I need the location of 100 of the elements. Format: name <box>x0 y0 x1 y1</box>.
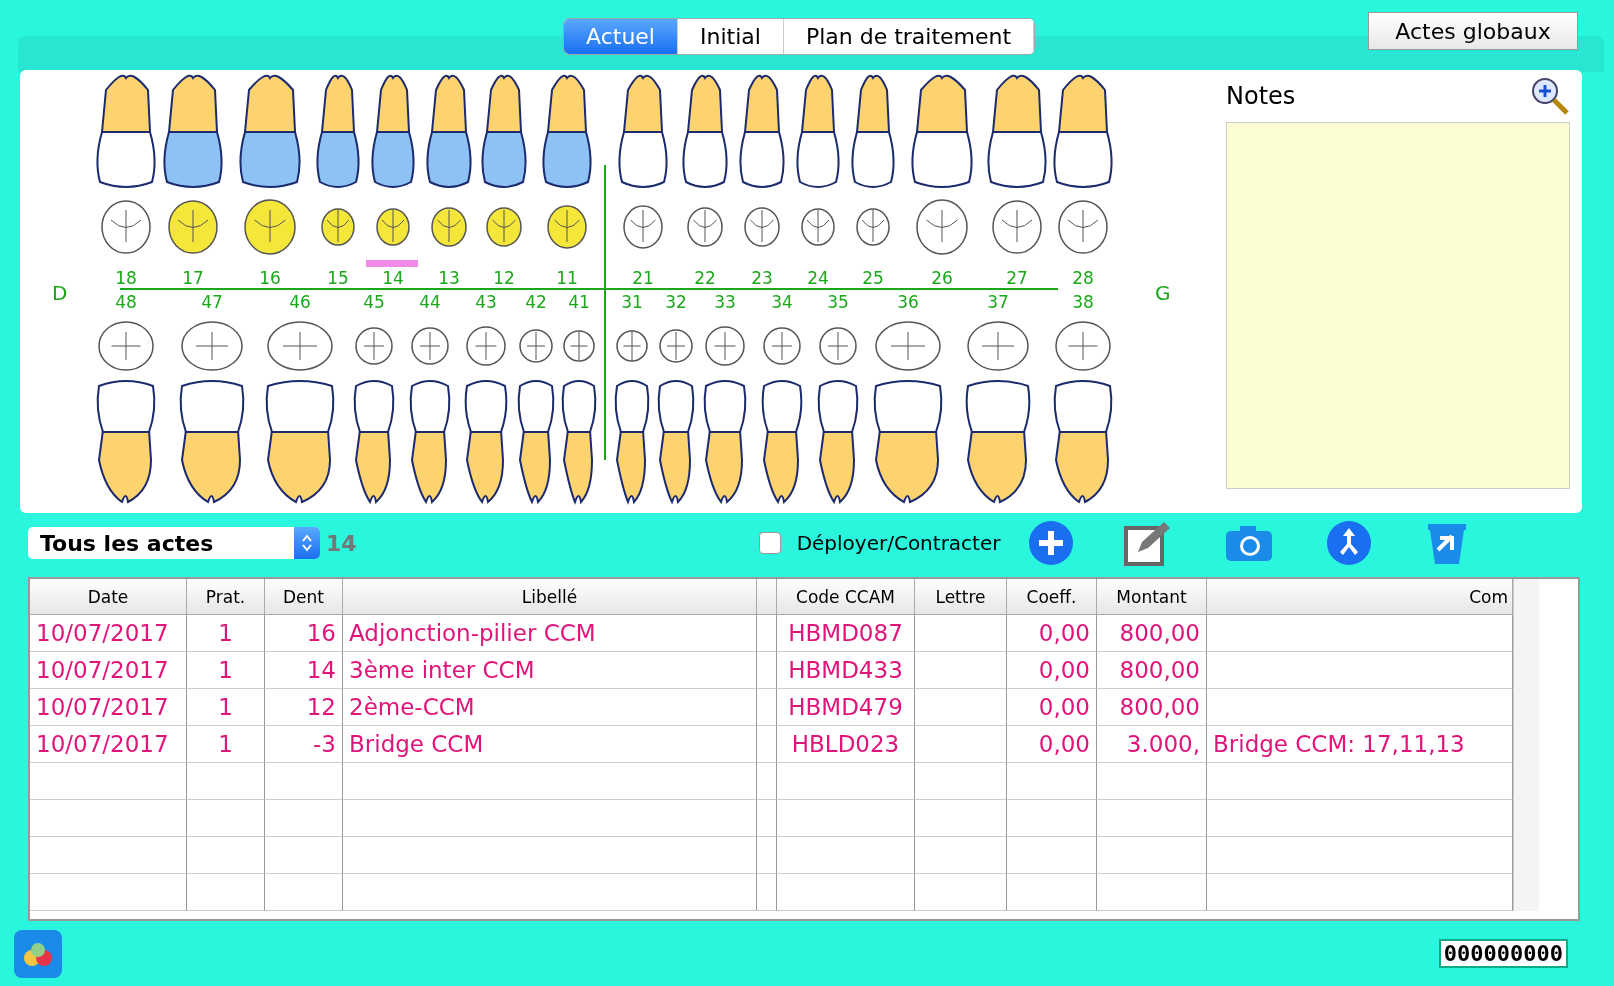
tooth-occlusal-drawing <box>744 207 780 247</box>
tooth-occlusal-drawing <box>355 327 393 365</box>
tooth-occlusal-drawing <box>1055 321 1111 371</box>
tooth-number: 47 <box>201 292 223 312</box>
table-cell: 3ème inter CCM <box>343 652 757 689</box>
tooth-occlusal-drawing <box>616 330 648 362</box>
table-cell <box>757 726 777 763</box>
table-cell: 10/07/2017 <box>30 652 187 689</box>
tooth-number: 18 <box>115 268 137 288</box>
tooth-number: 42 <box>525 292 547 312</box>
tooth-occlusal-drawing <box>519 329 553 363</box>
tooth-occlusal-drawing <box>244 199 296 255</box>
tooth-number: 34 <box>771 292 793 312</box>
tooth-number: 25 <box>862 268 884 288</box>
zoom-icon[interactable] <box>1530 76 1570 116</box>
tooth-number: 24 <box>807 268 829 288</box>
camera-icon[interactable] <box>1224 523 1275 563</box>
tooth-occlusal-drawing <box>486 207 522 247</box>
expand-checkbox[interactable] <box>758 532 781 554</box>
table-cell: 14 <box>265 652 343 689</box>
tooth-occlusal-drawing <box>992 200 1042 254</box>
tooth-occlusal-drawing <box>763 327 801 365</box>
global-acts-button[interactable]: Actes globaux <box>1368 12 1578 50</box>
table-cell: 10/07/2017 <box>30 726 187 763</box>
tooth-number: 26 <box>931 268 953 288</box>
tooth-number: 15 <box>327 268 349 288</box>
tooth-number: 11 <box>556 268 578 288</box>
tooth-occlusal-drawing <box>98 321 154 371</box>
table-cell: 0,00 <box>1007 689 1097 726</box>
table-cell: -3 <box>265 726 343 763</box>
tooth-number: 33 <box>714 292 736 312</box>
tooth-occlusal-drawing <box>321 208 355 246</box>
table-cell: HBMD087 <box>777 615 915 652</box>
tooth-occlusal-drawing <box>819 327 857 365</box>
notes-field[interactable] <box>1226 122 1570 489</box>
tooth-occlusal-drawing <box>875 321 941 371</box>
tooth-number: 23 <box>751 268 773 288</box>
column-header: Com <box>1207 579 1513 615</box>
tooth-number: 13 <box>438 268 460 288</box>
table-cell: 800,00 <box>1097 615 1207 652</box>
tooth-occlusal-drawing <box>267 321 333 371</box>
column-header: Libellé <box>343 579 757 615</box>
side-label: G <box>1155 281 1171 305</box>
caret-icon <box>294 527 320 559</box>
tooth-occlusal-drawing <box>623 205 663 249</box>
table-cell: 10/07/2017 <box>30 689 187 726</box>
tooth-number: 28 <box>1072 268 1094 288</box>
tooth-occlusal-drawing <box>168 200 218 254</box>
tooth-number: 43 <box>475 292 497 312</box>
table-cell: 0,00 <box>1007 652 1097 689</box>
column-header: Prat. <box>187 579 265 615</box>
tooth-occlusal-drawing <box>466 326 506 366</box>
tooth-occlusal-drawing <box>411 327 449 365</box>
table-cell <box>757 800 777 837</box>
table-cell: HBMD433 <box>777 652 915 689</box>
tooth-occlusal-drawing <box>687 207 723 247</box>
edit-icon[interactable] <box>1124 520 1173 566</box>
tooth-number: 45 <box>363 292 385 312</box>
tooth-occlusal-drawing <box>967 321 1029 371</box>
tooth-number: 36 <box>897 292 919 312</box>
tooth-number: 22 <box>694 268 716 288</box>
table-cell: Bridge CCM <box>343 726 757 763</box>
scrollbar[interactable] <box>1513 579 1539 911</box>
counter: 000000000 <box>1438 939 1568 968</box>
table-cell <box>757 615 777 652</box>
tooth-number: 38 <box>1072 292 1094 312</box>
expand-label: Déployer/Contracter <box>796 531 1001 555</box>
table-cell: 1 <box>187 652 265 689</box>
directions-icon[interactable] <box>1326 520 1373 566</box>
table-cell: Bridge CCM: 17,11,13 <box>1207 726 1513 763</box>
column-header: Coeff. <box>1007 579 1097 615</box>
app-logo-icon[interactable] <box>14 929 62 978</box>
table-cell: 16 <box>265 615 343 652</box>
tooth-occlusal-drawing <box>376 208 410 246</box>
side-label: D <box>52 281 68 305</box>
tooth-number: 21 <box>632 268 654 288</box>
tooth-number: 46 <box>289 292 311 312</box>
table-cell: HBLD023 <box>777 726 915 763</box>
tooth-occlusal-drawing <box>547 205 587 249</box>
table-cell <box>757 689 777 726</box>
tooth-occlusal-drawing <box>705 326 745 366</box>
filter-select[interactable]: Tous les actes <box>28 527 320 559</box>
tooth-number: 41 <box>568 292 590 312</box>
tooth-number: 16 <box>259 268 281 288</box>
column-header: Dent <box>265 579 343 615</box>
table-cell: HBMD479 <box>777 689 915 726</box>
tooth-number: 48 <box>115 292 137 312</box>
table-cell: Adjonction-pilier CCM <box>343 615 757 652</box>
add-icon[interactable] <box>1028 520 1075 566</box>
column-header <box>757 579 777 615</box>
column-header: Date <box>30 579 187 615</box>
table-cell <box>757 837 777 874</box>
table-cell: 800,00 <box>1097 652 1207 689</box>
table-cell: 10/07/2017 <box>30 615 187 652</box>
table-cell <box>757 652 777 689</box>
tooth-occlusal-drawing <box>916 199 968 255</box>
tooth-occlusal-drawing <box>659 329 693 363</box>
table-cell: 800,00 <box>1097 689 1207 726</box>
tooth-number: 44 <box>419 292 441 312</box>
table-cell: 1 <box>187 689 265 726</box>
